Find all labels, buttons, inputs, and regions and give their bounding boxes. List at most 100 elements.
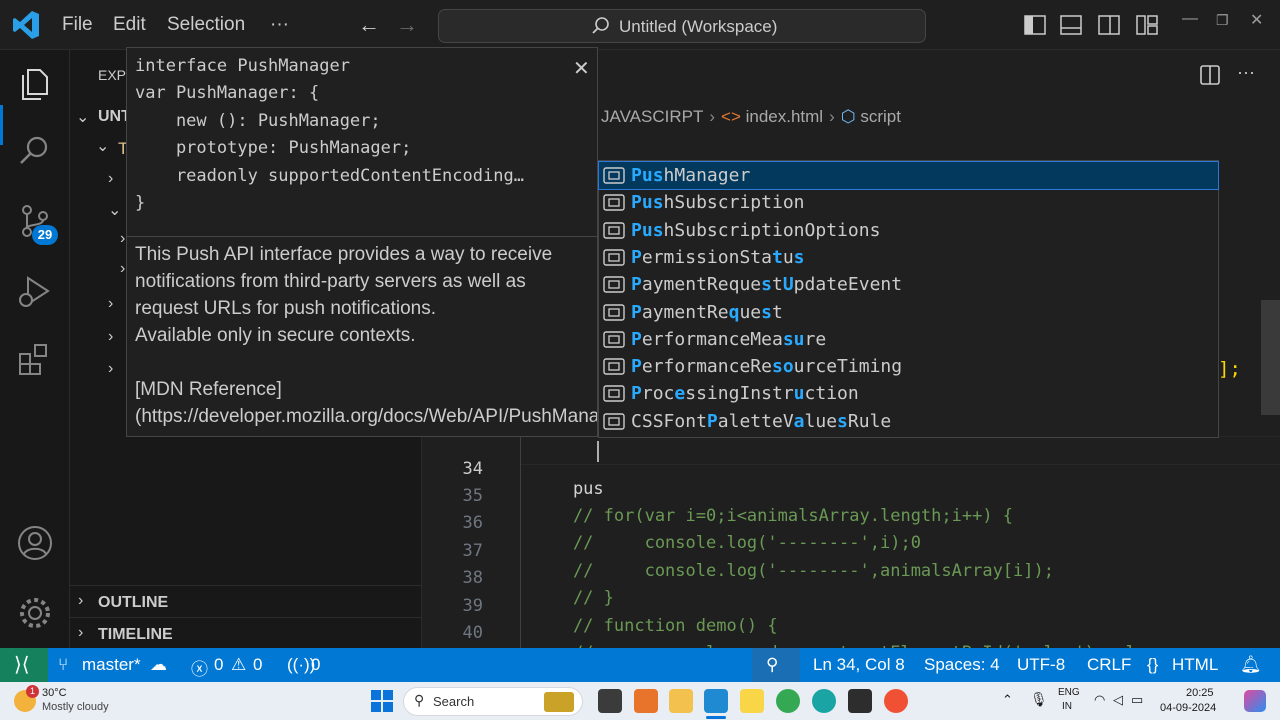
- suggestion-item[interactable]: PerformanceMeasure: [599, 326, 1218, 353]
- code-line[interactable]: 38 // }: [423, 548, 1280, 608]
- search-icon[interactable]: [16, 132, 54, 170]
- toggle-primary-sidebar-icon[interactable]: [1024, 15, 1046, 35]
- chrome-icon[interactable]: [776, 689, 800, 713]
- language-bottom[interactable]: IN: [1062, 701, 1072, 712]
- language-mode[interactable]: HTML: [1172, 655, 1218, 675]
- menu-more[interactable]: ···: [270, 14, 289, 36]
- code-line[interactable]: 37 // console.log('--------',animalsArra…: [423, 521, 1280, 581]
- back-arrow-icon[interactable]: ←: [358, 12, 380, 38]
- chevron-right-icon[interactable]: ›: [108, 170, 113, 188]
- chevron-right-icon[interactable]: ›: [108, 360, 113, 378]
- more-actions-icon[interactable]: ···: [1237, 62, 1255, 83]
- vscode-logo-icon[interactable]: [12, 10, 40, 40]
- suggestion-item[interactable]: PaymentRequestUpdateEvent: [599, 271, 1218, 298]
- close-icon[interactable]: ✕: [573, 56, 590, 81]
- outline-section[interactable]: › OUTLINE: [70, 585, 422, 617]
- suggestion-item[interactable]: PushSubscriptionOptions: [599, 217, 1218, 244]
- suggestion-item[interactable]: PermissionStatus: [599, 244, 1218, 271]
- split-editor-icon[interactable]: [1200, 65, 1220, 85]
- sync-icon[interactable]: ☁: [150, 655, 167, 675]
- app-icon[interactable]: [884, 689, 908, 713]
- language-icon: {}: [1147, 655, 1159, 674]
- code-line[interactable]: 35 // for(var i=0;i<animalsArray.length;…: [423, 466, 1280, 526]
- weather-temperature[interactable]: 30°C: [42, 687, 67, 699]
- ports-count[interactable]: 0: [311, 655, 320, 675]
- chevron-right-icon[interactable]: ›: [108, 295, 113, 313]
- edge-icon[interactable]: [812, 689, 836, 713]
- terminal-icon[interactable]: [848, 689, 872, 713]
- sticky-notes-icon[interactable]: [740, 689, 764, 713]
- menu-edit[interactable]: Edit: [113, 14, 146, 36]
- chevron-right-icon[interactable]: ›: [120, 260, 125, 278]
- menu-selection[interactable]: Selection: [167, 14, 245, 36]
- toggle-panel-icon[interactable]: [1060, 15, 1082, 35]
- volume-icon[interactable]: ◁: [1113, 692, 1123, 708]
- minimize-icon[interactable]: —: [1182, 10, 1198, 28]
- indentation[interactable]: Spaces: 4: [924, 655, 1000, 675]
- manage-gear-icon[interactable]: [16, 594, 54, 632]
- suggestion-item[interactable]: PerformanceResourceTiming: [599, 353, 1218, 380]
- suggestion-item[interactable]: ProcessingInstruction: [599, 380, 1218, 407]
- notifications-bell-icon[interactable]: 🔔︎: [1240, 655, 1262, 675]
- suggestion-item[interactable]: PaymentRequest: [599, 299, 1218, 326]
- language-top[interactable]: ENG: [1058, 687, 1080, 698]
- toggle-secondary-sidebar-icon[interactable]: [1098, 15, 1120, 35]
- explorer-icon[interactable]: [16, 64, 54, 102]
- breadcrumb-folder[interactable]: JAVASCIRPT: [601, 107, 703, 126]
- mdn-reference-link[interactable]: [MDN Reference]: [135, 379, 282, 401]
- weather-description[interactable]: Mostly cloudy: [42, 701, 109, 713]
- suggestion-item[interactable]: PushSubscription: [599, 189, 1218, 216]
- copilot-icon[interactable]: [1244, 690, 1266, 712]
- breadcrumb-file[interactable]: index.html: [746, 107, 823, 126]
- extensions-icon[interactable]: [16, 340, 54, 378]
- cursor-position[interactable]: Ln 34, Col 8: [813, 655, 905, 675]
- customize-layout-icon[interactable]: [1136, 15, 1158, 35]
- vertical-scrollbar[interactable]: [1261, 300, 1280, 415]
- restore-icon[interactable]: ❐: [1216, 12, 1229, 29]
- clock-date[interactable]: 04-09-2024: [1160, 702, 1216, 714]
- file-explorer-icon[interactable]: [669, 689, 693, 713]
- chevron-right-icon[interactable]: ›: [120, 230, 125, 248]
- encoding[interactable]: UTF-8: [1017, 655, 1065, 675]
- vscode-taskbar-icon[interactable]: [704, 689, 728, 713]
- remote-indicator[interactable]: ⟩⟨: [0, 648, 48, 682]
- timeline-section[interactable]: › TIMELINE: [70, 617, 422, 649]
- code-line[interactable]: 34 pus: [423, 439, 1280, 499]
- accounts-icon[interactable]: [16, 524, 54, 562]
- battery-icon[interactable]: ▭: [1131, 692, 1143, 708]
- code-line[interactable]: 41 // }: [423, 630, 1280, 648]
- forward-arrow-icon[interactable]: →: [396, 12, 418, 38]
- mdn-url-link[interactable]: (https://developer.mozilla.org/docs/Web/…: [135, 406, 597, 428]
- command-center-search[interactable]: Untitled (Workspace): [438, 9, 926, 43]
- code-line[interactable]: 40 // var color = document.getElementByI…: [423, 603, 1280, 663]
- chevron-down-icon[interactable]: ⌄: [108, 200, 121, 220]
- microphone-icon[interactable]: 🎙︎: [1030, 691, 1048, 708]
- code-line[interactable]: 39 // function demo() {: [423, 576, 1280, 636]
- zoom-indicator[interactable]: ⚲: [752, 648, 800, 682]
- suggestion-item[interactable]: CSSFontPaletteValuesRule: [599, 408, 1218, 435]
- chevron-right-icon[interactable]: ›: [108, 328, 113, 346]
- error-count[interactable]: 0: [214, 655, 223, 675]
- task-view-icon[interactable]: [598, 689, 622, 713]
- suggestion-item[interactable]: PushManager: [598, 161, 1219, 190]
- line-ending[interactable]: CRLF: [1087, 655, 1131, 675]
- chevron-down-icon[interactable]: ⌄: [76, 107, 89, 127]
- warning-count[interactable]: 0: [253, 655, 262, 675]
- app-icon[interactable]: [634, 689, 658, 713]
- windows-start-icon[interactable]: [371, 690, 393, 712]
- doc-line: notifications from third-party servers a…: [135, 271, 526, 292]
- chevron-down-icon[interactable]: ⌄: [96, 136, 109, 156]
- run-debug-icon[interactable]: [16, 272, 54, 310]
- clock-time[interactable]: 20:25: [1186, 687, 1214, 699]
- code-line[interactable]: 36 // console.log('--------',i);0: [423, 493, 1280, 553]
- close-window-icon[interactable]: ✕: [1250, 10, 1263, 30]
- wifi-icon[interactable]: ◠: [1094, 692, 1105, 708]
- variable-symbol-icon: [603, 358, 625, 375]
- menu-file[interactable]: File: [62, 14, 93, 36]
- branch-name[interactable]: master*: [82, 655, 141, 675]
- suggestion-label: PerformanceResourceTiming: [631, 356, 903, 378]
- active-app-indicator: [706, 716, 726, 719]
- breadcrumb-symbol[interactable]: script: [860, 107, 901, 126]
- chevron-up-icon[interactable]: ⌃: [1002, 692, 1013, 708]
- taskbar-search-box[interactable]: ⚲ Search: [403, 687, 583, 716]
